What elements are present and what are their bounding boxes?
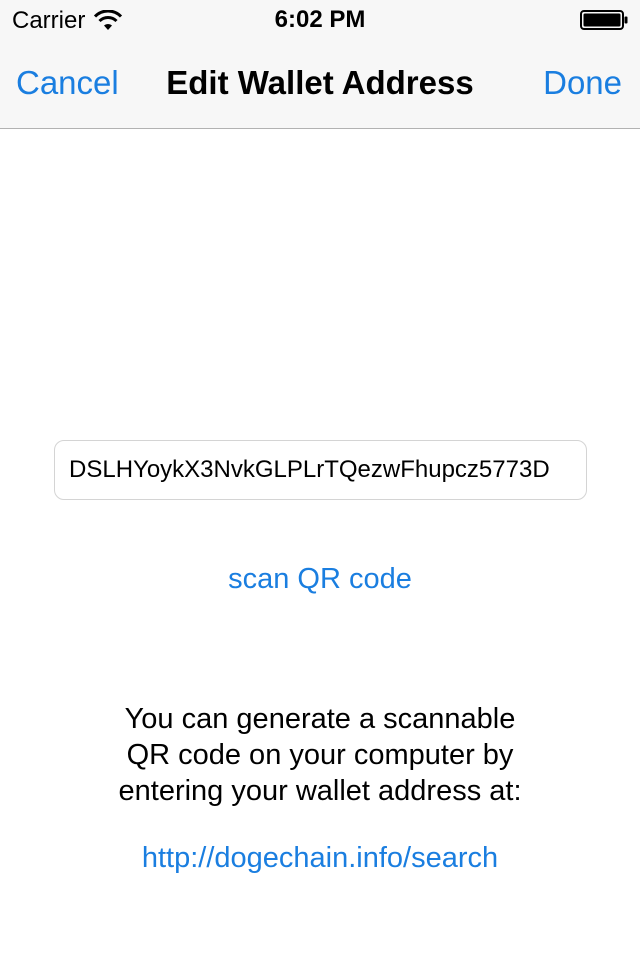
- header-area: Carrier 6:02 PM Cancel Edit Wallet Addre…: [0, 0, 640, 129]
- navigation-bar: Cancel Edit Wallet Address Done: [0, 40, 640, 128]
- battery-icon: [580, 10, 628, 30]
- info-line: QR code on your computer by: [126, 739, 514, 771]
- qr-info-text: You can generate a scannable QR code on …: [70, 701, 570, 809]
- edit-wallet-screen: Carrier 6:02 PM Cancel Edit Wallet Addre…: [0, 0, 640, 960]
- done-button[interactable]: Done: [543, 64, 622, 102]
- status-time: 6:02 PM: [274, 6, 366, 33]
- info-line: entering your wallet address at:: [118, 775, 522, 807]
- info-line: You can generate a scannable: [124, 703, 516, 735]
- status-bar: Carrier 6:02 PM: [0, 0, 640, 40]
- dogechain-search-link[interactable]: http://dogechain.info/search: [0, 842, 640, 875]
- wallet-address-input[interactable]: [54, 440, 587, 500]
- scan-qr-code-button[interactable]: scan QR code: [0, 563, 640, 596]
